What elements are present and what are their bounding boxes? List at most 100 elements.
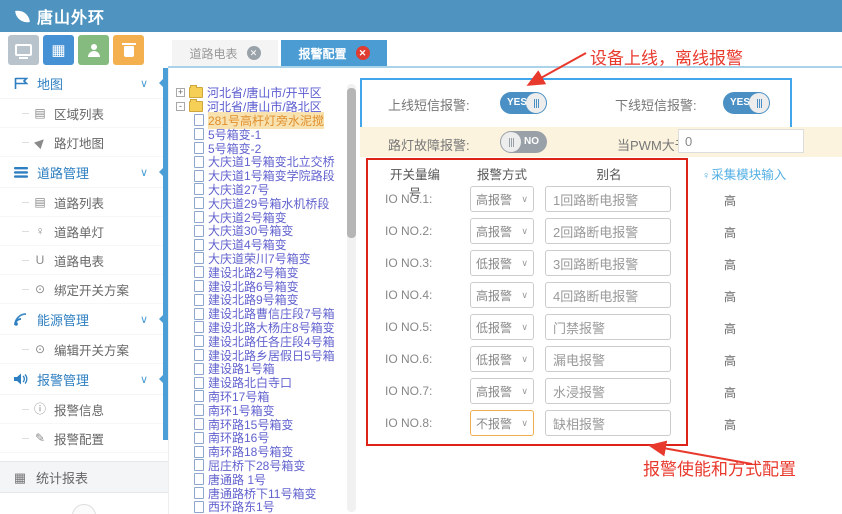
sidebar-item-label: 道路列表 <box>54 193 104 212</box>
file-icon <box>194 252 204 264</box>
app-header: 唐山外环 <box>0 0 842 32</box>
scrollbar-thumb[interactable] <box>347 88 356 238</box>
tree: +河北省/唐山市/开平区-河北省/唐山市/路北区281号高杆灯旁水泥搅5号箱变-… <box>169 86 360 514</box>
toolbar-buttons: ▦ <box>8 35 144 65</box>
alarm-mode-select[interactable]: 高报警∨ <box>470 186 534 212</box>
chevron-down-icon: ∨ <box>521 354 528 365</box>
tab-alarm-config[interactable]: 报警配置 ✕ <box>281 40 387 66</box>
alias-input[interactable] <box>545 378 671 404</box>
close-icon[interactable]: ✕ <box>356 46 370 60</box>
alarm-mode-select[interactable]: 高报警∨ <box>470 218 534 244</box>
alias-input[interactable] <box>545 250 671 276</box>
fault-alarm-label: 路灯故障报警: <box>388 135 470 154</box>
sidebar-group-2[interactable]: 能源管理∨ <box>0 304 168 335</box>
select-value: 高报警 <box>476 223 512 240</box>
toggle-value: YES <box>730 97 750 108</box>
sidebar-group-1[interactable]: 道路管理∨ <box>0 157 168 188</box>
sidebar-item[interactable]: ⓘ报警信息 <box>0 395 168 424</box>
expand-icon[interactable]: + <box>176 88 185 97</box>
body: 地图∨▤区域列表▶路灯地图道路管理∨▤道路列表♀道路单灯U道路电表⊙绑定开关方案… <box>0 68 842 514</box>
info-icon: ⓘ <box>33 403 47 415</box>
tab-bar: 道路电表 ✕ 报警配置 ✕ <box>172 40 387 66</box>
alias-input[interactable] <box>545 186 671 212</box>
alarm-config-content: 上线短信报警: YES 下线短信报警: YES 路灯故障报警: NO 当PWM大… <box>360 68 842 514</box>
file-icon <box>194 432 204 444</box>
grid-button[interactable]: ▦ <box>43 35 74 65</box>
sidebar-item-label: 编辑开关方案 <box>54 340 129 359</box>
tab-road-meter[interactable]: 道路电表 ✕ <box>172 40 278 66</box>
close-icon[interactable]: ✕ <box>247 46 261 60</box>
sidebar-item[interactable]: U道路电表 <box>0 246 168 275</box>
column-header-alias: 别名 <box>545 164 673 183</box>
sidebar-item[interactable]: ✎报警配置 <box>0 424 168 453</box>
folder-icon <box>189 101 203 112</box>
chevron-down-icon: ∨ <box>521 418 528 429</box>
sidebar-group-3[interactable]: 报警管理∨ <box>0 364 168 395</box>
alarm-mode-select[interactable]: 低报警∨ <box>470 250 534 276</box>
module-input-value: 高 <box>695 224 765 241</box>
tree-node[interactable]: 5号箱变-1 <box>169 127 360 141</box>
alias-input[interactable] <box>545 314 671 340</box>
online-sms-toggle[interactable]: YES <box>500 92 547 114</box>
sidebar-group-0[interactable]: 地图∨ <box>0 68 168 99</box>
collapse-sidebar-button[interactable]: « <box>72 504 96 514</box>
tree-scrollbar[interactable] <box>347 84 356 512</box>
tree-node[interactable]: 西环路东1号 <box>169 500 360 514</box>
sidebar-menu: 地图∨▤区域列表▶路灯地图道路管理∨▤道路列表 ♀ 道路单灯 U道路电表⊙绑定开关方案… <box>0 68 168 453</box>
sidebar-item[interactable]: ♀ 道路单灯 <box>0 217 168 246</box>
sidebar-item-statistics-report[interactable]: ▦ 统计报表 <box>0 461 168 493</box>
file-icon <box>194 266 204 278</box>
app-window: 唐山外环 ▦ 道路电表 ✕ 报警配置 ✕ 地图∨▤区域列表▶路灯地图道路管理∨▤… <box>0 0 842 514</box>
power-icon: ⊙ <box>33 283 47 295</box>
io-id-label: IO NO.1: <box>385 192 432 206</box>
alias-input[interactable] <box>545 282 671 308</box>
alias-input[interactable] <box>545 410 671 436</box>
alias-input[interactable] <box>545 218 671 244</box>
module-input-value: 高 <box>695 256 765 273</box>
fault-alarm-row: 路灯故障报警: NO 当PWM大于: <box>360 127 842 157</box>
sidebar-item[interactable]: ▤道路列表 <box>0 188 168 217</box>
active-group-wedge <box>159 370 168 388</box>
sidebar: 地图∨▤区域列表▶路灯地图道路管理∨▤道路列表 ♀ 道路单灯 U道路电表⊙绑定开关方案… <box>0 68 168 514</box>
sidebar-group-label: 地图 <box>37 74 63 93</box>
sidebar-item[interactable]: ▶路灯地图 <box>0 128 168 157</box>
annotation-online-offline: 设备上线，离线报警 <box>590 44 743 69</box>
active-group-wedge <box>159 74 168 92</box>
speaker-icon <box>13 373 29 385</box>
alarm-mode-select[interactable]: 低报警∨ <box>470 314 534 340</box>
alarm-mode-select[interactable]: 高报警∨ <box>470 282 534 308</box>
toggle-value: YES <box>507 97 527 108</box>
tree-node[interactable]: 281号高杆灯旁水泥搅 <box>169 114 360 128</box>
chevron-down-icon: ∨ <box>521 290 528 301</box>
column-header-module-input: ♀采集模块输入 <box>695 164 835 183</box>
sidebar-item[interactable]: ⊙编辑开关方案 <box>0 335 168 364</box>
user-icon <box>87 44 101 57</box>
alias-input[interactable] <box>545 346 671 372</box>
file-icon <box>194 197 204 209</box>
toggle-knob <box>501 132 521 152</box>
file-icon <box>194 487 204 499</box>
pwm-threshold-input[interactable] <box>678 129 804 153</box>
file-icon <box>194 335 204 347</box>
trash-button[interactable] <box>113 35 144 65</box>
alarm-mode-select[interactable]: 不报警∨ <box>470 410 534 436</box>
alarm-mode-select[interactable]: 低报警∨ <box>470 346 534 372</box>
io-id-label: IO NO.8: <box>385 416 432 430</box>
collapse-icon[interactable]: - <box>176 102 185 111</box>
fault-alarm-toggle[interactable]: NO <box>500 131 547 153</box>
device-tree-panel: +河北省/唐山市/开平区-河北省/唐山市/路北区281号高杆灯旁水泥搅5号箱变-… <box>168 68 360 514</box>
sidebar-item[interactable]: ⊙绑定开关方案 <box>0 275 168 304</box>
sidebar-item-label: 道路单灯 <box>54 222 104 241</box>
offline-sms-label: 下线短信报警: <box>615 95 697 114</box>
user-button[interactable] <box>78 35 109 65</box>
sidebar-group-label: 报警管理 <box>37 370 89 389</box>
monitor-icon <box>15 44 32 56</box>
sidebar-item[interactable]: ▤区域列表 <box>0 99 168 128</box>
alarm-mode-select[interactable]: 高报警∨ <box>470 378 534 404</box>
file-icon <box>194 459 204 471</box>
offline-sms-toggle[interactable]: YES <box>723 92 770 114</box>
bulb-icon: ♀ <box>33 225 47 237</box>
pencil-icon: ✎ <box>33 432 47 444</box>
monitor-button[interactable] <box>8 35 39 65</box>
annotation-enable-mode: 报警使能和方式配置 <box>643 455 796 480</box>
